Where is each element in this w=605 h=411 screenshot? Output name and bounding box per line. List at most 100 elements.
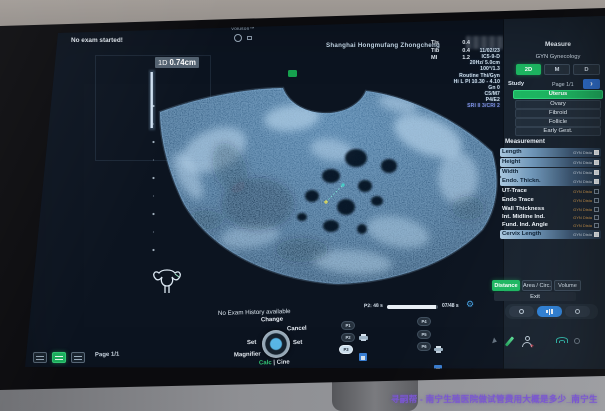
- param-line-sri: SRI II 3/CRI 2: [392, 103, 500, 109]
- measurement-label: Height: [502, 159, 520, 165]
- wifi-icon: [556, 337, 568, 344]
- next-page-button[interactable]: ›: [583, 79, 600, 89]
- measurement-tool: GYN Dista: [573, 223, 594, 228]
- tab-m[interactable]: M: [544, 64, 570, 75]
- program-uterus[interactable]: Uterus: [513, 90, 603, 99]
- measurement-tool: GYN Dista: [573, 160, 594, 165]
- trackball-hint-magnifier: Magnifier: [234, 352, 261, 359]
- add-patient-plus-icon: +: [530, 343, 534, 350]
- capture-timer-label: P2: 48 s: [364, 303, 383, 309]
- trackball-hint-cancel: Cancel: [287, 326, 307, 333]
- ti-label: Tis: [431, 40, 439, 48]
- measurement-tool: GYN Dista: [573, 150, 594, 155]
- measurement-row-length[interactable]: Length GYN Dista: [500, 148, 601, 157]
- measurement-label: UT-Trace: [502, 188, 527, 194]
- layout-list-icon[interactable]: [71, 352, 85, 363]
- measurement-row-height[interactable]: Height GYN Dista: [500, 158, 601, 167]
- measurement-tool: GYN Dista: [573, 215, 594, 220]
- measurement-label: Width: [502, 169, 518, 175]
- layout-grid-icon[interactable]: [52, 352, 66, 363]
- brand-logo-square-icon: [247, 36, 252, 40]
- tab-d[interactable]: D: [573, 64, 600, 75]
- ellipse-icon: [519, 309, 524, 314]
- checkbox-icon[interactable]: [594, 223, 599, 228]
- checkbox-icon[interactable]: [594, 150, 599, 155]
- checkbox-icon[interactable]: [594, 198, 599, 203]
- program-follicle[interactable]: Follicle: [515, 118, 601, 127]
- trackball-indicator[interactable]: [262, 330, 290, 358]
- p6-button[interactable]: P6: [417, 342, 431, 351]
- no-exam-status: No exam started!: [71, 37, 123, 44]
- capture-progress-bar: [387, 305, 438, 309]
- measurement-tool: GYN Dista: [573, 232, 594, 237]
- touchscreen: No exam started! Voluson™ Shanghai Hongm…: [0, 0, 605, 411]
- program-early-gest[interactable]: Early Gest.: [515, 127, 601, 136]
- exit-button[interactable]: Exit: [494, 292, 576, 301]
- p1-button[interactable]: P1: [341, 321, 355, 330]
- checkbox-icon[interactable]: [594, 160, 599, 165]
- brand-label: Voluson™: [231, 27, 254, 32]
- tab-2d[interactable]: 2D: [516, 64, 541, 75]
- measurement-tool: GYN Dista: [573, 207, 594, 212]
- measurement-result-label: 1D 0.74cm: [155, 57, 199, 68]
- panel-title: Measure: [523, 41, 593, 48]
- measurement-tool: GYN Dista: [573, 198, 594, 203]
- measurement-section-header: Measurement: [505, 138, 545, 145]
- video-watermark: 寻嗣帮 - 南宁生殖医院做试管费用大概是多少_南宁生: [391, 393, 598, 405]
- program-fibroid[interactable]: Fibroid: [515, 109, 601, 118]
- trackball-hint-change: Change: [261, 317, 283, 324]
- checkbox-icon[interactable]: [594, 215, 599, 220]
- caliper-value: 0.74cm: [169, 58, 195, 67]
- measurement-row-cervix-length[interactable]: Cervix Length GYN Dista: [500, 230, 601, 239]
- p5-button[interactable]: P5: [417, 330, 431, 339]
- display-mode-row: [505, 304, 598, 319]
- volume-button[interactable]: Volume: [554, 280, 581, 291]
- ultrasound-machine-photo: No exam started! Voluson™ Shanghai Hongm…: [0, 0, 605, 411]
- mode-ellipse-button[interactable]: [509, 306, 534, 317]
- measurement-row-endo-trace[interactable]: Endo Trace GYN Dista: [500, 196, 601, 205]
- checkbox-icon[interactable]: [594, 232, 599, 237]
- measurement-label: Int. Midline Ind.: [502, 214, 545, 220]
- measurement-label: Cervix Length: [502, 231, 541, 237]
- divider: |: [273, 360, 275, 366]
- measurement-row-fund-ind-angle[interactable]: Fund. Ind. Angle GYN Dista: [500, 221, 601, 230]
- p2-button[interactable]: P2: [341, 333, 355, 342]
- mode-circle-button[interactable]: [565, 306, 590, 317]
- measurement-row-ut-trace[interactable]: UT-Trace GYN Dista: [500, 187, 601, 196]
- histogram-icon: [546, 310, 548, 313]
- program-ovary[interactable]: Ovary: [515, 100, 601, 109]
- panel-subtitle: GYN Gynecology: [513, 54, 603, 60]
- measurement-label: Endo. Thickn.: [502, 178, 541, 184]
- checkbox-icon[interactable]: [594, 170, 599, 175]
- measurement-tool: GYN Dista: [573, 170, 594, 175]
- cine-label: Cine: [277, 359, 290, 365]
- trackball-hint-set-left: Set: [247, 340, 257, 346]
- area-circ-button[interactable]: Area / Circ.: [522, 280, 552, 291]
- checkbox-icon[interactable]: [594, 179, 599, 184]
- caliper-id: 1D: [158, 58, 167, 67]
- layout-single-icon[interactable]: [33, 352, 47, 363]
- uterus-pictogram-icon: [154, 270, 180, 293]
- p4-button[interactable]: P4: [417, 317, 431, 326]
- checkbox-icon[interactable]: [594, 189, 599, 194]
- gear-icon[interactable]: ⚙: [466, 299, 474, 310]
- calc-label: Calc: [259, 360, 272, 366]
- measurement-row-width[interactable]: Width GYN Dista: [500, 168, 601, 177]
- study-label: Study: [508, 81, 524, 87]
- checkbox-icon[interactable]: [594, 207, 599, 212]
- study-page: Page 1/1: [552, 82, 574, 88]
- p3-button[interactable]: P3: [339, 345, 353, 354]
- measurement-label: Fund. Ind. Angle: [502, 222, 548, 228]
- measurement-row-endo-thickn[interactable]: Endo. Thickn. GYN Dista: [500, 177, 601, 186]
- capture-timer-value: 07/48 s: [442, 303, 459, 309]
- printer-icon: [359, 334, 368, 341]
- layout-switcher: [33, 352, 85, 363]
- mode-histogram-button[interactable]: [537, 306, 562, 317]
- distance-button[interactable]: Distance: [492, 280, 520, 291]
- trackball-hint-calc-cine: Calc | Cine: [259, 359, 290, 366]
- save-disk-icon: [359, 353, 367, 361]
- capture-progress-fill: [387, 305, 436, 309]
- measurement-label: Length: [502, 149, 522, 155]
- measurement-tool: GYN Dista: [573, 179, 594, 184]
- orientation-marker-icon: [288, 70, 297, 77]
